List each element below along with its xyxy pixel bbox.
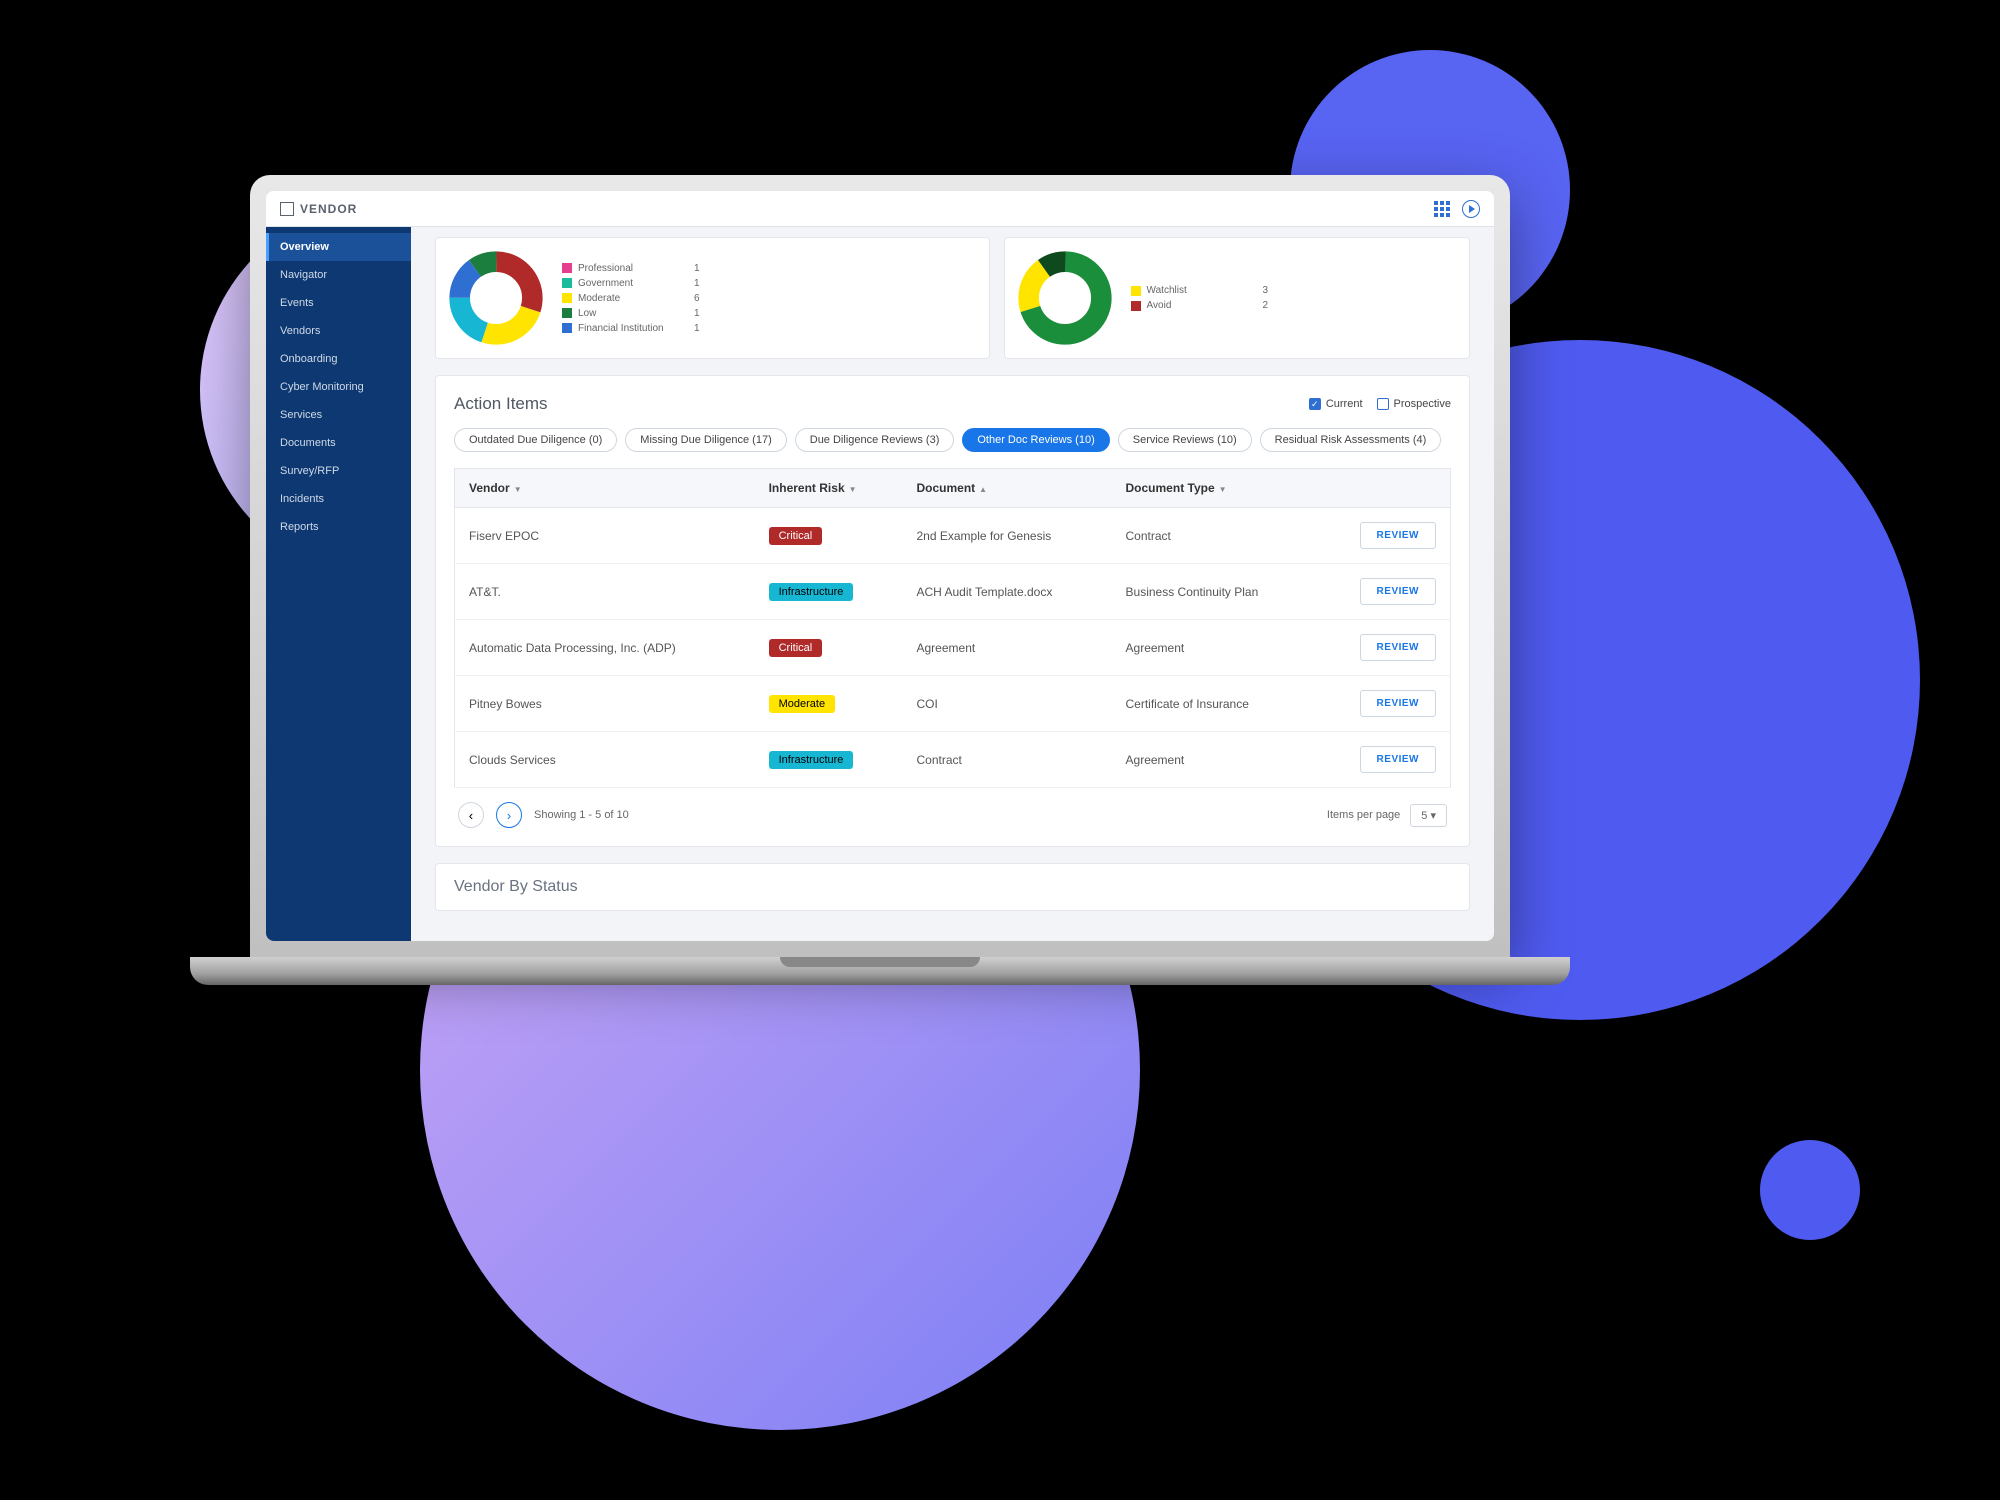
cell-document: COI [903,676,1112,732]
legend-item: Moderate6 [562,291,700,306]
cell-doctype: Contract [1112,508,1317,564]
filter-tab[interactable]: Residual Risk Assessments (4) [1260,428,1442,452]
filter-tab[interactable]: Other Doc Reviews (10) [962,428,1109,452]
table-row: Fiserv EPOCCritical2nd Example for Genes… [455,508,1451,564]
cell-risk: Infrastructure [755,564,903,620]
review-button[interactable]: REVIEW [1360,578,1436,605]
action-items-panel: Action Items Current Prospective [435,375,1470,847]
legend-right: Watchlist3Avoid2 [1131,283,1269,313]
vendor-by-status-heading: Vendor By Status [435,863,1470,911]
sidebar-item-reports[interactable]: Reports [266,513,411,541]
cell-document: Agreement [903,620,1112,676]
topbar: VENDOR [266,191,1494,227]
laptop-base [190,957,1570,985]
cell-risk: Critical [755,508,903,564]
sidebar-item-incidents[interactable]: Incidents [266,485,411,513]
panel-title: Action Items [454,394,548,414]
cell-doctype: Business Continuity Plan [1112,564,1317,620]
filter-current[interactable]: Current [1309,398,1363,410]
checkbox-icon [1309,398,1321,410]
apps-grid-icon[interactable] [1434,201,1450,217]
legend-item: Avoid2 [1131,298,1269,313]
review-button[interactable]: REVIEW [1360,690,1436,717]
legend-item: Professional1 [562,261,700,276]
sidebar: OverviewNavigatorEventsVendorsOnboarding… [266,227,411,941]
filter-tabs: Outdated Due Diligence (0) Missing Due Di… [454,428,1451,452]
legend-item: Government1 [562,276,700,291]
sidebar-item-events[interactable]: Events [266,289,411,317]
action-items-table: Vendor▼Inherent Risk▼Document▲Document T… [454,468,1451,788]
cell-document: Contract [903,732,1112,788]
sidebar-item-documents[interactable]: Documents [266,429,411,457]
brand: VENDOR [280,202,357,216]
main-content: Professional1Government1Moderate6Low1Fin… [411,227,1494,941]
pagination: ‹ › Showing 1 - 5 of 10 Items per page 5… [454,788,1451,828]
sidebar-item-services[interactable]: Services [266,401,411,429]
play-icon[interactable] [1462,200,1480,218]
sidebar-item-cyber-monitoring[interactable]: Cyber Monitoring [266,373,411,401]
cell-document: ACH Audit Template.docx [903,564,1112,620]
pagination-status: Showing 1 - 5 of 10 [534,809,629,821]
column-header[interactable]: Inherent Risk▼ [755,469,903,508]
review-button[interactable]: REVIEW [1360,746,1436,773]
table-row: Automatic Data Processing, Inc. (ADP)Cri… [455,620,1451,676]
legend-item: Low1 [562,306,700,321]
kpi-card-right: Watchlist3Avoid2 [1004,237,1470,359]
checkbox-icon [1377,398,1389,410]
cell-doctype: Agreement [1112,620,1317,676]
donut-chart-right [1017,250,1113,346]
cell-doctype: Agreement [1112,732,1317,788]
cell-vendor: Clouds Services [455,732,755,788]
cell-risk: Moderate [755,676,903,732]
brand-label: VENDOR [300,202,357,216]
column-header[interactable]: Vendor▼ [455,469,755,508]
page-prev-button[interactable]: ‹ [458,802,484,828]
cell-vendor: AT&T. [455,564,755,620]
sidebar-item-overview[interactable]: Overview [266,233,411,261]
decorative-circle [1760,1140,1860,1240]
legend-item: Watchlist3 [1131,283,1269,298]
per-page-select[interactable]: 5 ▾ [1410,804,1447,827]
cell-doctype: Certificate of Insurance [1112,676,1317,732]
sidebar-item-vendors[interactable]: Vendors [266,317,411,345]
legend-left: Professional1Government1Moderate6Low1Fin… [562,261,700,336]
sidebar-item-survey-rfp[interactable]: Survey/RFP [266,457,411,485]
review-button[interactable]: REVIEW [1360,634,1436,661]
filter-tab[interactable]: Due Diligence Reviews (3) [795,428,955,452]
table-row: AT&T.InfrastructureACH Audit Template.do… [455,564,1451,620]
review-button[interactable]: REVIEW [1360,522,1436,549]
cell-risk: Infrastructure [755,732,903,788]
filter-tab[interactable]: Service Reviews (10) [1118,428,1252,452]
cell-vendor: Pitney Bowes [455,676,755,732]
laptop-mockup: VENDOR OverviewNavigatorEventsVendorsOnb… [250,175,1510,985]
cell-document: 2nd Example for Genesis [903,508,1112,564]
column-header [1317,469,1451,508]
sidebar-item-navigator[interactable]: Navigator [266,261,411,289]
per-page-label: Items per page [1327,809,1400,821]
cell-vendor: Automatic Data Processing, Inc. (ADP) [455,620,755,676]
table-row: Pitney BowesModerateCOICertificate of In… [455,676,1451,732]
cell-risk: Critical [755,620,903,676]
filter-tab[interactable]: Outdated Due Diligence (0) [454,428,617,452]
legend-item: Financial Institution1 [562,321,700,336]
cell-vendor: Fiserv EPOC [455,508,755,564]
donut-chart-left [448,250,544,346]
filter-tab[interactable]: Missing Due Diligence (17) [625,428,786,452]
column-header[interactable]: Document▲ [903,469,1112,508]
kpi-card-left: Professional1Government1Moderate6Low1Fin… [435,237,990,359]
page-next-button[interactable]: › [496,802,522,828]
brand-icon [280,202,294,216]
column-header[interactable]: Document Type▼ [1112,469,1317,508]
sidebar-item-onboarding[interactable]: Onboarding [266,345,411,373]
filter-prospective[interactable]: Prospective [1377,398,1451,410]
table-row: Clouds ServicesInfrastructureContractAgr… [455,732,1451,788]
